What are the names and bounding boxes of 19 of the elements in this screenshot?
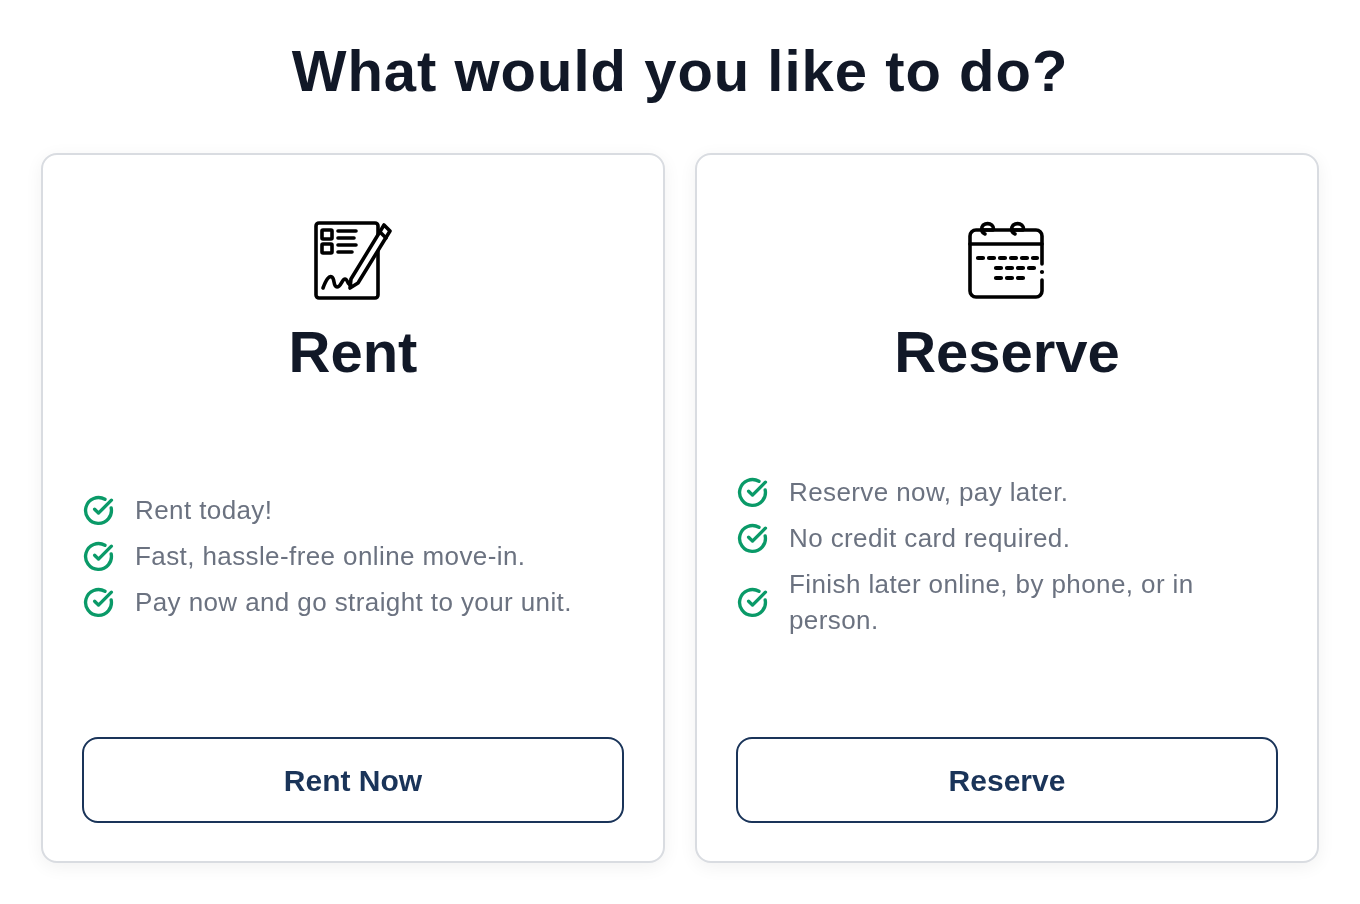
document-pen-icon <box>314 220 392 300</box>
feature-text: Fast, hassle-free online move-in. <box>135 540 526 573</box>
feature-text: Rent today! <box>135 494 273 527</box>
page-heading: What would you like to do? <box>291 37 1069 105</box>
feature-text: Reserve now, pay later. <box>789 476 1069 509</box>
check-circle-icon <box>737 522 768 554</box>
card-title: Rent <box>288 318 418 386</box>
check-circle-icon <box>83 494 114 526</box>
option-button[interactable]: Reserve <box>736 737 1278 823</box>
feature-text: Pay now and go straight to your unit. <box>135 586 572 619</box>
feature-text: No credit card required. <box>789 522 1071 555</box>
feature-text: Finish later online, by phone, or in person. <box>789 568 1195 637</box>
check-circle-icon <box>83 540 114 572</box>
card-title: Reserve <box>894 318 1120 386</box>
check-circle-icon <box>83 586 114 618</box>
option-button[interactable]: Rent Now <box>82 737 624 823</box>
check-circle-icon <box>737 586 768 618</box>
calendar-icon <box>968 220 1046 300</box>
check-circle-icon <box>737 476 768 508</box>
